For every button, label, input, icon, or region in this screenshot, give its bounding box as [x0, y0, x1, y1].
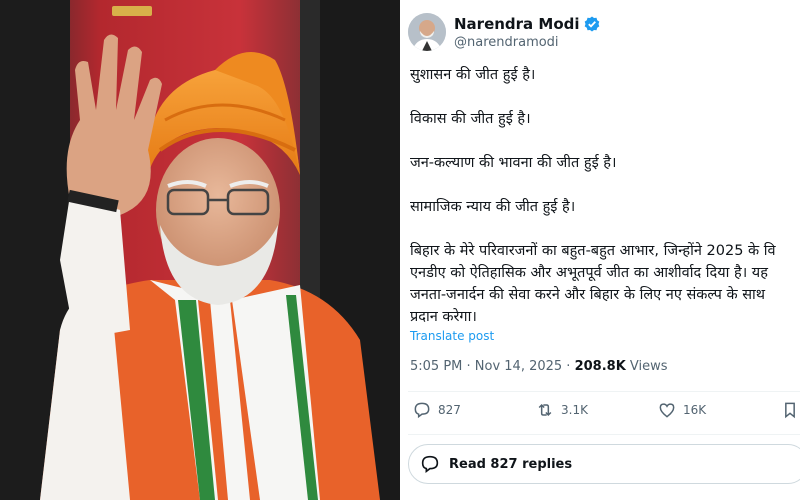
reply-button[interactable]: 827	[412, 400, 461, 420]
tweet-line: एनडीए को ऐतिहासिक और अभूतपूर्व जीत का आश…	[410, 265, 768, 281]
like-count: 16K	[683, 403, 707, 417]
tweet-line: बिहार के मेरे परिवारजनों का बहुत-बहुत आभ…	[410, 243, 776, 259]
tweet-line: विकास की जीत हुई है।	[410, 111, 531, 127]
translate-post-link[interactable]: Translate post	[410, 329, 494, 343]
read-replies-label: Read 827 replies	[449, 456, 573, 472]
like-button[interactable]: 16K	[657, 400, 706, 420]
timestamp[interactable]: 5:05 PM · Nov 14, 2025 ·	[410, 359, 575, 374]
tweet-line: प्रदान करेगा।	[410, 309, 477, 325]
divider	[408, 391, 800, 392]
tweet-meta: 5:05 PM · Nov 14, 2025 · 208.8K Views	[410, 359, 668, 374]
tweet-line: जनता-जनार्दन की सेवा करने और बिहार के लि…	[410, 287, 766, 303]
tweet-text: सुशासन की जीत हुई है। विकास की जीत हुई ह…	[410, 64, 800, 328]
verified-badge-icon	[584, 16, 600, 32]
divider	[408, 434, 800, 435]
reply-icon	[414, 402, 430, 419]
repost-count: 3.1K	[561, 403, 588, 417]
user-handle[interactable]: @narendramodi	[454, 35, 600, 50]
repost-icon	[538, 403, 552, 417]
tweet-line: सुशासन की जीत हुई है।	[410, 67, 536, 83]
speech-bubble-icon	[421, 455, 439, 473]
bookmark-icon	[785, 402, 795, 419]
repost-button[interactable]: 3.1K	[535, 400, 588, 420]
views-count: 208.8K	[574, 359, 626, 374]
display-name[interactable]: Narendra Modi	[454, 15, 580, 33]
tweet-line: सामाजिक न्याय की जीत हुई है।	[410, 199, 576, 215]
action-bar: 827 3.1K 16K	[400, 400, 800, 430]
like-icon	[659, 403, 675, 418]
tweet-header: Narendra Modi @narendramodi	[408, 12, 600, 52]
news-photo	[0, 0, 400, 500]
avatar[interactable]	[408, 13, 446, 51]
tweet-line: जन-कल्याण की भावना की जीत हुई है।	[410, 155, 617, 171]
reply-count: 827	[438, 403, 461, 417]
views-label: Views	[625, 359, 668, 374]
tweet-card: Narendra Modi @narendramodi सुशासन की जी…	[400, 0, 800, 500]
bookmark-button[interactable]	[780, 400, 800, 420]
read-replies-button[interactable]: Read 827 replies	[408, 444, 800, 484]
